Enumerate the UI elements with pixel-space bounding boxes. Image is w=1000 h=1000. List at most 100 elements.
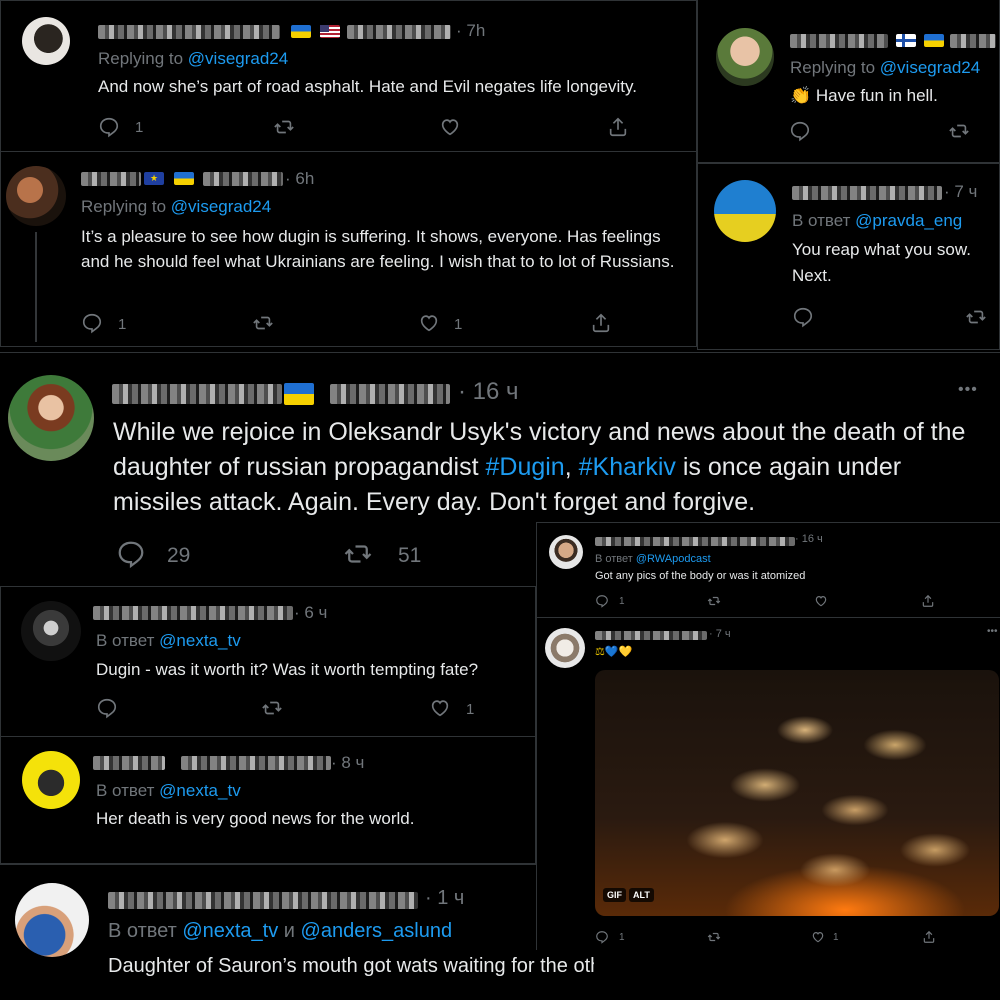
reply-icon[interactable] — [116, 539, 146, 569]
retweet-icon[interactable] — [252, 312, 274, 334]
ukraine-flag-icon — [174, 172, 194, 185]
reply-count: 29 — [167, 544, 191, 567]
username-blurred[interactable] — [81, 172, 141, 186]
avatar[interactable] — [15, 883, 89, 957]
tweet-time[interactable]: · 6h — [285, 169, 314, 189]
username-blurred[interactable] — [93, 606, 293, 620]
grilled-chicken-gif[interactable]: GIF ALT — [595, 670, 999, 916]
reply-icon[interactable] — [98, 116, 120, 138]
reply-handle-link[interactable]: @pravda_eng — [855, 211, 962, 230]
username-blurred[interactable] — [98, 25, 280, 39]
share-icon[interactable] — [921, 594, 935, 608]
reply-prefix: Replying to — [98, 49, 188, 68]
retweet-icon[interactable] — [707, 594, 721, 608]
alt-badge[interactable]: ALT — [629, 888, 654, 902]
username-blurred[interactable] — [792, 186, 942, 200]
tweet-time[interactable]: · 16 ч — [458, 378, 519, 406]
tweet-text-mid: , — [564, 453, 579, 481]
tweet-text: Dugin - was it worth it? Was it worth te… — [96, 660, 479, 679]
username-blurred[interactable] — [112, 384, 282, 404]
hashtag-dugin-link[interactable]: #Dugin — [485, 453, 564, 481]
tweet-card-9[interactable]: · 8 ч В ответ @nexta_tv Her death is ver… — [0, 737, 536, 864]
tweet-text: Her death is very good news for the worl… — [96, 809, 415, 828]
reply-icon[interactable] — [595, 930, 609, 944]
avatar[interactable] — [6, 166, 66, 226]
reply-count: 1 — [135, 119, 144, 136]
reply-handle-link[interactable]: @nexta_tv — [159, 631, 241, 650]
like-icon[interactable] — [811, 930, 825, 944]
avatar[interactable] — [714, 180, 776, 242]
tweet-time[interactable]: · 7 ч — [709, 628, 731, 640]
retweet-icon[interactable] — [965, 306, 987, 328]
reply-handle-2-link[interactable]: @anders_aslund — [301, 920, 453, 942]
reply-count: 1 — [619, 932, 625, 943]
handle-blurred — [181, 756, 331, 770]
tweet-time[interactable]: · 1 ч — [425, 887, 464, 910]
reply-icon[interactable] — [595, 594, 609, 608]
like-icon[interactable] — [814, 594, 828, 608]
tweet-card-1[interactable]: · 7h Replying to @visegrad24 And now she… — [0, 0, 697, 152]
username-blurred[interactable] — [595, 537, 795, 546]
username-blurred[interactable] — [595, 631, 707, 640]
share-icon[interactable] — [590, 312, 612, 334]
reply-handle-link[interactable]: @nexta_tv — [159, 781, 241, 800]
retweet-count: 51 — [398, 544, 422, 567]
tweet-card-3[interactable]: ★ · 6h Replying to @visegrad24 It’s a pl… — [0, 152, 697, 347]
avatar[interactable] — [716, 28, 774, 86]
like-count: 1 — [466, 701, 475, 718]
avatar[interactable] — [22, 751, 80, 809]
share-icon[interactable] — [607, 116, 629, 138]
reply-handle-link[interactable]: @visegrad24 — [171, 197, 271, 216]
reply-handle-link[interactable]: @nexta_tv — [182, 920, 278, 942]
tweet-text-line-2: Next. — [792, 266, 832, 285]
reply-prefix: В ответ — [108, 920, 183, 942]
username-blurred[interactable] — [108, 892, 418, 909]
tweet-card-2[interactable]: Replying to @visegrad24 👏 Have fun in he… — [697, 0, 1000, 163]
more-options-icon[interactable]: ••• — [987, 626, 998, 637]
gif-badge: GIF — [603, 888, 626, 902]
tweet-card-4[interactable]: · 7 ч В ответ @pravda_eng You reap what … — [697, 163, 1000, 350]
retweet-icon[interactable] — [273, 116, 295, 138]
hashtag-kharkiv-link[interactable]: #Kharkiv — [579, 453, 676, 481]
tweet-time[interactable]: · 8 ч — [331, 753, 364, 773]
reply-icon[interactable] — [81, 312, 103, 334]
reply-handle-link[interactable]: @RWApodcast — [636, 553, 711, 565]
like-icon[interactable] — [439, 116, 461, 138]
tweet-text: It’s a pleasure to see how dugin is suff… — [81, 227, 675, 271]
avatar[interactable] — [545, 628, 585, 668]
retweet-icon[interactable] — [261, 697, 283, 719]
emoji-line: ⚖💙💛 — [595, 646, 633, 658]
tweet-text: Have fun in hell. — [815, 86, 938, 105]
share-icon[interactable] — [922, 930, 936, 944]
reply-handle-link[interactable]: @visegrad24 — [880, 58, 980, 77]
retweet-icon[interactable] — [343, 539, 373, 569]
reply-prefix: Replying to — [790, 58, 880, 77]
tweet-time[interactable]: · 7 ч — [944, 182, 977, 202]
tweet-card-6[interactable]: · 16 ч В ответ @RWApodcast Got any pics … — [537, 523, 1000, 618]
tweet-time[interactable]: · 16 ч — [795, 533, 823, 545]
handle-blurred — [330, 384, 450, 404]
username-blurred[interactable] — [790, 34, 888, 48]
tweet-text: Daughter of Sauron’s mouth got wats wait… — [108, 955, 594, 977]
more-options-icon[interactable]: ••• — [958, 381, 978, 399]
tweet-time[interactable]: · 7h — [456, 21, 485, 41]
like-icon[interactable] — [429, 697, 451, 719]
avatar[interactable] — [549, 535, 583, 569]
username-blurred[interactable] — [93, 756, 165, 770]
reply-icon[interactable] — [96, 697, 118, 719]
reply-prefix: В ответ — [96, 631, 160, 650]
reply-context: Replying to @visegrad24 — [98, 49, 288, 69]
reply-handle-link[interactable]: @visegrad24 — [188, 49, 288, 68]
reply-icon[interactable] — [789, 120, 811, 142]
tweet-time[interactable]: · 6 ч — [294, 603, 327, 623]
tweet-card-8[interactable]: · 6 ч В ответ @nexta_tv Dugin - was it w… — [0, 586, 536, 737]
tweet-card-10[interactable]: · 1 ч В ответ @nexta_tv и @anders_aslund… — [0, 864, 594, 1000]
like-icon[interactable] — [418, 312, 440, 334]
retweet-icon[interactable] — [707, 930, 721, 944]
avatar[interactable] — [8, 375, 94, 461]
tweet-card-7[interactable]: · 7 ч ••• ⚖💙💛 GIF ALT 1 1 — [537, 618, 1000, 950]
reply-icon[interactable] — [792, 306, 814, 328]
retweet-icon[interactable] — [948, 120, 970, 142]
avatar[interactable] — [21, 601, 81, 661]
avatar[interactable] — [22, 17, 70, 65]
